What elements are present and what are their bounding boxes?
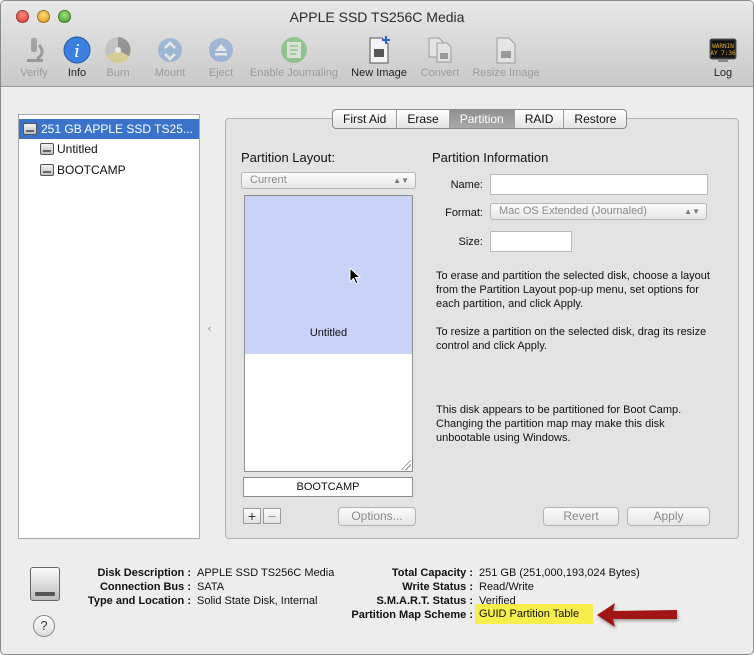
partition-layout-title: Partition Layout:	[241, 150, 335, 165]
apply-button[interactable]: Apply	[627, 507, 710, 526]
size-field[interactable]	[490, 231, 572, 252]
eject-icon	[209, 38, 233, 62]
enable-journaling-button[interactable]: Enable Journaling	[246, 35, 342, 79]
resize-image-icon	[496, 37, 516, 64]
options-button[interactable]: Options...	[338, 507, 416, 526]
remove-partition-button[interactable]: −	[263, 508, 281, 524]
log-button[interactable]: WARNIN AY 7:36 Log	[705, 35, 741, 79]
stepper-arrows-icon: ▲▼	[393, 176, 409, 185]
partition-name-label: Untitled	[309, 327, 348, 339]
resize-instructions: To resize a partition on the selected di…	[436, 326, 707, 352]
svg-text:i: i	[74, 41, 80, 62]
format-label: Format:	[445, 207, 483, 219]
write-status-value: Read/Write	[479, 581, 534, 593]
volume-label: Untitled	[57, 142, 98, 156]
add-partition-button[interactable]: +	[243, 508, 261, 524]
tab-raid[interactable]: RAID	[515, 110, 565, 128]
total-capacity-label: Total Capacity :	[391, 567, 473, 579]
total-capacity-value: 251 GB (251,000,193,024 Bytes)	[479, 567, 640, 579]
volume-icon	[40, 164, 54, 176]
stepper-arrows-icon: ▲▼	[684, 207, 700, 216]
split-view-handle[interactable]: ‹	[208, 323, 211, 333]
disk-list: 251 GB APPLE SSD TS25... Untitled BOOTCA…	[18, 114, 200, 539]
svg-text:WARNIN: WARNIN	[712, 43, 734, 50]
new-image-button[interactable]: New Image	[348, 35, 410, 79]
volume-list-item-bootcamp[interactable]: BOOTCAMP	[19, 160, 199, 180]
tab-first-aid[interactable]: First Aid	[333, 110, 398, 128]
volume-label: BOOTCAMP	[57, 163, 126, 177]
disk-description-value: APPLE SSD TS256C Media	[197, 567, 335, 579]
partition-instructions: To erase and partition the selected disk…	[436, 270, 710, 310]
volume-icon	[40, 143, 54, 155]
titlebar: APPLE SSD TS256C Media Verify i Info Bur…	[1, 1, 753, 87]
tab-partition[interactable]: Partition	[449, 110, 515, 128]
red-arrow-annotation-icon	[597, 603, 677, 627]
burn-icon	[105, 37, 131, 63]
bootcamp-warning: This disk appears to be partitioned for …	[436, 404, 682, 444]
convert-button[interactable]: Convert	[417, 35, 463, 79]
partition-untitled[interactable]: Untitled	[245, 196, 412, 354]
partition-layout-select[interactable]: Current ▲▼	[241, 172, 416, 189]
partition-map-scheme-label: Partition Map Scheme :	[351, 609, 473, 621]
disk-description-label: Disk Description :	[97, 567, 191, 579]
microscope-icon	[27, 38, 44, 62]
write-status-label: Write Status :	[402, 581, 473, 593]
help-button[interactable]: ?	[33, 615, 55, 637]
tab-restore[interactable]: Restore	[564, 110, 626, 128]
convert-icon	[428, 37, 452, 63]
partition-bootcamp-label: BOOTCAMP	[243, 477, 413, 497]
connection-bus-value: SATA	[197, 581, 225, 593]
partition-layout-map: Untitled	[244, 195, 413, 472]
burn-button[interactable]: Burn	[102, 35, 134, 79]
resize-image-button[interactable]: Resize Image	[470, 35, 542, 79]
revert-button[interactable]: Revert	[543, 507, 619, 526]
eject-button[interactable]: Eject	[206, 35, 236, 79]
connection-bus-label: Connection Bus :	[99, 581, 191, 593]
type-location-label: Type and Location :	[87, 595, 191, 607]
partition-map-scheme-value: GUID Partition Table	[479, 608, 580, 620]
resize-grip-icon[interactable]	[401, 460, 411, 470]
mouse-cursor-icon	[349, 267, 361, 285]
smart-status-label: S.M.A.R.T. Status :	[376, 595, 473, 607]
type-location-value: Solid State Disk, Internal	[197, 595, 318, 607]
name-field[interactable]	[490, 174, 708, 195]
new-image-icon	[369, 36, 390, 64]
tab-bar: First Aid Erase Partition RAID Restore	[332, 109, 628, 129]
partition-bootcamp-area[interactable]	[245, 354, 412, 471]
mount-icon	[158, 38, 182, 62]
partition-information-title: Partition Information	[432, 150, 549, 165]
disk-drive-icon	[23, 123, 37, 135]
name-label: Name:	[450, 179, 483, 191]
svg-text:AY 7:36: AY 7:36	[710, 50, 736, 57]
info-icon: i	[63, 36, 91, 64]
tab-erase[interactable]: Erase	[397, 110, 450, 128]
mount-button[interactable]: Mount	[151, 35, 189, 79]
log-console-icon: WARNINAY 7:36	[709, 38, 737, 62]
disk-list-label: 251 GB APPLE SSD TS25...	[41, 122, 193, 136]
format-select[interactable]: Mac OS Extended (Journaled) ▲▼	[490, 203, 707, 220]
size-label: Size:	[458, 236, 483, 248]
disk-list-item-ssd[interactable]: 251 GB APPLE SSD TS25...	[19, 119, 199, 139]
window-title: APPLE SSD TS256C Media	[289, 9, 465, 25]
volume-list-item-untitled[interactable]: Untitled	[19, 139, 199, 159]
verify-button[interactable]: Verify	[15, 35, 53, 79]
journaling-icon	[281, 37, 307, 63]
disk-utility-window: APPLE SSD TS256C Media Verify i Info Bur…	[0, 0, 754, 655]
info-button[interactable]: i Info	[61, 35, 93, 79]
